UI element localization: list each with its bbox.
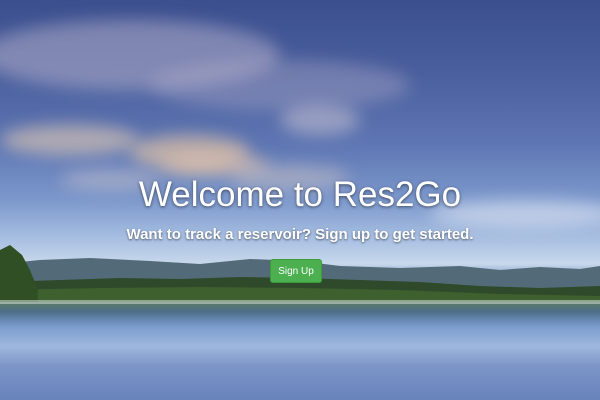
hero-section: Welcome to Res2Go Want to track a reserv… <box>0 0 600 400</box>
sign-up-button[interactable]: Sign Up <box>270 259 322 283</box>
page-subtitle: Want to track a reservoir? Sign up to ge… <box>126 226 474 243</box>
page-title: Welcome to Res2Go <box>138 175 462 214</box>
hero-content: Welcome to Res2Go Want to track a reserv… <box>0 0 600 400</box>
